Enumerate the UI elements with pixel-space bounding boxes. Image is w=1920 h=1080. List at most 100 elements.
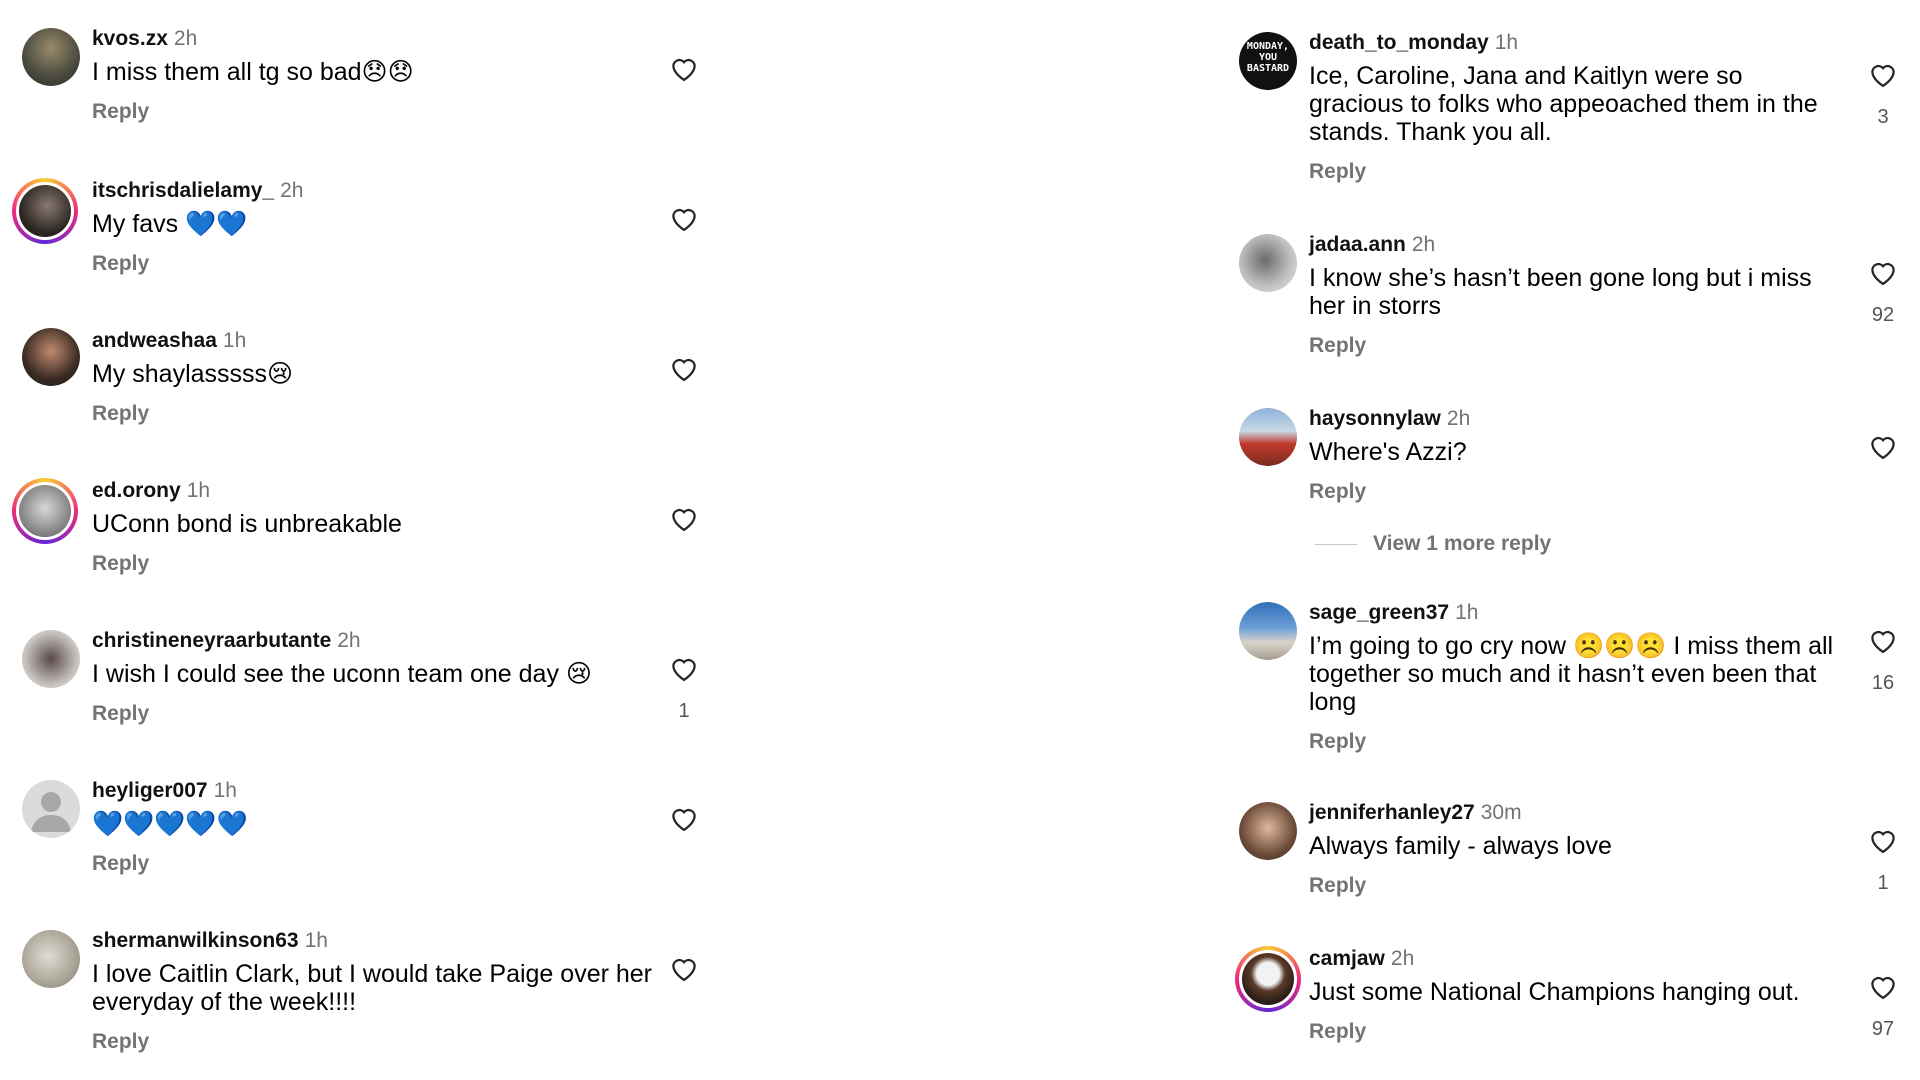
username[interactable]: itschrisdalielamy_: [92, 179, 274, 202]
reply-button[interactable]: Reply: [92, 552, 652, 576]
timestamp: 2h: [1390, 947, 1415, 970]
comment-text: I miss them all tg so bad😞😞: [92, 58, 414, 86]
timestamp: 2h: [337, 629, 361, 652]
timestamp: 2h: [173, 27, 198, 50]
like-button[interactable]: [1867, 432, 1899, 478]
heart-outline-icon: [1871, 976, 1895, 1000]
reply-button[interactable]: Reply: [1309, 160, 1839, 184]
username[interactable]: andweashaa: [92, 329, 217, 352]
timestamp: 1h: [1494, 31, 1519, 54]
view-more-replies-button[interactable]: View 1 more reply: [1315, 532, 1551, 556]
like-button[interactable]: 16: [1867, 626, 1899, 695]
reply-button[interactable]: Reply: [1309, 1020, 1839, 1044]
timestamp: 1h: [304, 929, 328, 952]
username[interactable]: sage_green37: [1309, 601, 1449, 624]
reply-button[interactable]: Reply: [92, 1030, 652, 1054]
username[interactable]: christineneyraarbutante: [92, 629, 331, 652]
heart-outline-icon: [1871, 64, 1895, 88]
heart-outline-icon: [672, 358, 696, 382]
timestamp: 1h: [213, 779, 237, 802]
like-button[interactable]: [668, 354, 700, 400]
like-count: 16: [1871, 672, 1895, 694]
heart-outline-icon: [672, 208, 696, 232]
avatar[interactable]: [1239, 234, 1297, 292]
timestamp: 2h: [1411, 233, 1436, 256]
comment-text: Where's Azzi?: [1309, 438, 1467, 466]
reply-button[interactable]: Reply: [92, 702, 672, 726]
reply-button[interactable]: Reply: [92, 100, 652, 124]
like-button[interactable]: 97: [1867, 972, 1899, 1041]
username[interactable]: kvos.zx: [92, 27, 168, 50]
timestamp: 2h: [1446, 407, 1471, 430]
heart-outline-icon: [1871, 436, 1895, 460]
avatar[interactable]: MONDAY, YOU BASTARD: [1239, 32, 1297, 90]
heart-outline-icon: [1871, 630, 1895, 654]
username[interactable]: haysonnylaw: [1309, 407, 1441, 430]
like-button[interactable]: [668, 804, 700, 850]
like-button[interactable]: [668, 954, 700, 1000]
heart-outline-icon: [1871, 830, 1895, 854]
like-count: 3: [1877, 106, 1889, 128]
like-button[interactable]: [668, 504, 700, 550]
username[interactable]: death_to_monday: [1309, 31, 1489, 54]
avatar[interactable]: [1239, 408, 1297, 466]
reply-button[interactable]: Reply: [92, 252, 652, 276]
view-more-replies-label: View 1 more reply: [1373, 532, 1552, 555]
like-button[interactable]: 3: [1867, 60, 1899, 129]
like-button[interactable]: 1: [668, 654, 700, 723]
like-button[interactable]: [668, 54, 700, 100]
comment-text: Just some National Champions hanging out…: [1309, 978, 1800, 1006]
comment-text: My shaylasssss😢: [92, 360, 294, 388]
avatar[interactable]: [12, 478, 78, 544]
username[interactable]: jadaa.ann: [1309, 233, 1406, 256]
like-count: 1: [1877, 872, 1889, 894]
reply-button[interactable]: Reply: [1309, 730, 1839, 754]
reply-button[interactable]: Reply: [92, 852, 652, 876]
avatar[interactable]: [12, 178, 78, 244]
like-count: 97: [1871, 1018, 1895, 1040]
avatar[interactable]: [1239, 802, 1297, 860]
heart-outline-icon: [672, 508, 696, 532]
username[interactable]: camjaw: [1309, 947, 1385, 970]
comment-text: I know she’s hasn’t been gone long but i…: [1309, 264, 1812, 320]
heart-outline-icon: [672, 808, 696, 832]
avatar[interactable]: [22, 28, 80, 86]
timestamp: 30m: [1480, 801, 1522, 824]
comment-text: 💙💙💙💙💙: [92, 810, 248, 838]
avatar[interactable]: [22, 328, 80, 386]
username[interactable]: shermanwilkinson63: [92, 929, 299, 952]
avatar[interactable]: [1239, 602, 1297, 660]
comment-text: UConn bond is unbreakable: [92, 510, 402, 538]
timestamp: 1h: [222, 329, 247, 352]
username[interactable]: ed.orony: [92, 479, 181, 502]
reply-button[interactable]: Reply: [1309, 334, 1839, 358]
like-button[interactable]: 1: [1867, 826, 1899, 895]
comment-text: I love Caitlin Clark, but I would take P…: [92, 960, 652, 1016]
comment-text: I wish I could see the uconn team one da…: [92, 660, 592, 688]
like-button[interactable]: 92: [1867, 258, 1899, 327]
divider-line: [1315, 543, 1357, 545]
reply-button[interactable]: Reply: [1309, 874, 1839, 898]
timestamp: 1h: [186, 479, 211, 502]
like-count: 1: [678, 700, 690, 722]
person-silhouette-icon: [31, 792, 71, 832]
username[interactable]: heyliger007: [92, 779, 208, 802]
username[interactable]: jenniferhanley27: [1309, 801, 1475, 824]
heart-outline-icon: [672, 58, 696, 82]
avatar[interactable]: [1235, 946, 1301, 1012]
avatar-logo-text: MONDAY, YOU BASTARD: [1246, 41, 1290, 74]
timestamp: 1h: [1455, 601, 1479, 624]
comment-text: My favs 💙💙: [92, 210, 248, 238]
comment-text: Ice, Caroline, Jana and Kaitlyn were so …: [1309, 62, 1818, 146]
heart-outline-icon: [672, 958, 696, 982]
avatar[interactable]: [22, 780, 80, 838]
like-button[interactable]: [668, 204, 700, 250]
comment-text: I’m going to go cry now ☹️☹️☹️ I miss th…: [1309, 632, 1834, 716]
reply-button[interactable]: Reply: [92, 402, 652, 426]
heart-outline-icon: [672, 658, 696, 682]
reply-button[interactable]: Reply: [1309, 480, 1839, 504]
avatar[interactable]: [22, 630, 80, 688]
comment-text: Always family - always love: [1309, 832, 1612, 860]
avatar[interactable]: [22, 930, 80, 988]
timestamp: 2h: [280, 179, 304, 202]
